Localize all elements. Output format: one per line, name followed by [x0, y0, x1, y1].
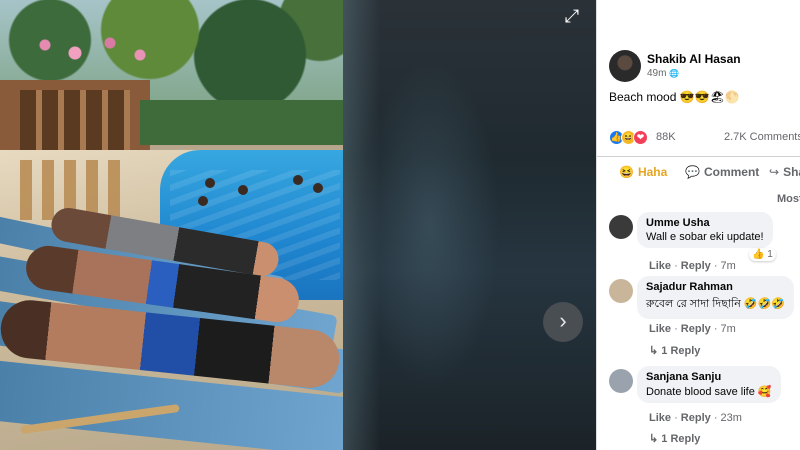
comment-sort-dropdown[interactable]: Most relevant	[777, 193, 800, 205]
comment-reaction-badge[interactable]: 👍 1	[749, 248, 776, 261]
commenter-name[interactable]: Sajadur Rahman	[646, 281, 785, 293]
photo-swimmer	[205, 178, 215, 188]
comment-item: Umme Usha Wall e sobar eki update! 👍 1 L…	[609, 212, 800, 274]
photo-flowers	[35, 35, 155, 65]
share-label: Share	[783, 165, 800, 179]
expand-icon[interactable]: ⤢	[560, 5, 584, 27]
comment-time[interactable]: 7m	[721, 260, 736, 272]
comment-like-link[interactable]: Like	[649, 412, 671, 424]
love-icon: ❤	[633, 130, 648, 145]
facebook-photo-viewer: ⤢ › Shakib Al Hasan 49m 🌐 Beach mood 😎😎🏖…	[0, 0, 800, 450]
comment-time[interactable]: 7m	[721, 323, 736, 335]
commenter-name[interactable]: Sanjana Sanju	[646, 371, 772, 383]
haha-icon: 😆	[619, 165, 634, 179]
comment-item: Sanjana Sanju Donate blood save life 🥰 L…	[609, 366, 800, 450]
comment-bubble: Umme Usha Wall e sobar eki update!	[637, 212, 773, 248]
share-button[interactable]: ↪Share	[769, 165, 800, 179]
comment-bubble: Sanjana Sanju Donate blood save life 🥰	[637, 366, 781, 403]
chevron-right-icon: ›	[559, 308, 567, 333]
globe-icon: 🌐	[669, 69, 680, 78]
comment-reaction-count: 1	[767, 249, 773, 260]
comment-time[interactable]: 23m	[721, 412, 742, 424]
commenter-avatar[interactable]	[609, 369, 633, 393]
photo-viewer: ⤢ ›	[0, 0, 596, 450]
commenter-name[interactable]: Umme Usha	[646, 217, 764, 229]
comment-count[interactable]: 2.7K Comments	[724, 131, 800, 143]
post-header: Shakib Al Hasan 49m 🌐	[609, 50, 800, 84]
photo-hedge	[140, 100, 343, 145]
view-replies-label: 1 Reply	[661, 345, 701, 357]
blurred-photo-background	[340, 0, 596, 450]
comment-actions: Like · Reply · 23m	[649, 412, 742, 424]
post-photo[interactable]	[0, 0, 343, 450]
like-icon: 👍	[752, 249, 765, 260]
photo-swimmer	[313, 183, 323, 193]
reply-arrow-icon: ↳	[649, 433, 662, 445]
next-photo-button[interactable]: ›	[543, 302, 583, 342]
post-text: Beach mood 😎😎🏖🌕	[609, 90, 740, 104]
comment-text: Wall e sobar eki update!	[646, 231, 764, 243]
photo-swimmer	[293, 175, 303, 185]
comment-bubble: Sajadur Rahman রুবেল রে সাদা দিছানি 🤣🤣🤣	[637, 276, 794, 319]
view-replies-link[interactable]: ↳ 1 Reply	[649, 432, 700, 445]
photo-building	[0, 80, 150, 160]
comment-actions: Like · Reply · 7m	[649, 260, 736, 272]
author-avatar[interactable]	[609, 50, 641, 82]
comment-reply-link[interactable]: Reply	[681, 412, 711, 424]
commenter-avatar[interactable]	[609, 215, 633, 239]
commenter-avatar[interactable]	[609, 279, 633, 303]
comment-item: Sajadur Rahman রুবেল রে সাদা দিছানি 🤣🤣🤣 …	[609, 276, 800, 360]
view-replies-label: 1 Reply	[661, 433, 701, 445]
reaction-count[interactable]: 88K	[656, 131, 676, 143]
author-name[interactable]: Shakib Al Hasan	[647, 52, 741, 66]
post-panel: Shakib Al Hasan 49m 🌐 Beach mood 😎😎🏖🌕 👍 …	[596, 0, 800, 450]
comment-like-link[interactable]: Like	[649, 260, 671, 272]
share-icon: ↪	[769, 165, 780, 179]
haha-label: Haha	[637, 165, 668, 179]
haha-button[interactable]: 😆 Haha	[619, 165, 667, 179]
post-time[interactable]: 49m	[647, 68, 666, 79]
photo-swimmer	[198, 196, 208, 206]
comment-label: Comment	[703, 165, 760, 179]
reaction-summary[interactable]: 👍 😆 ❤ 88K 2.7K Comments	[609, 130, 800, 148]
comment-text: Donate blood save life 🥰	[646, 386, 772, 398]
comment-reply-link[interactable]: Reply	[681, 260, 711, 272]
post-actions: 😆Haha 💬Comment ↪Share	[597, 156, 800, 186]
comment-actions: Like · Reply · 7m	[649, 323, 736, 335]
post-meta: 49m 🌐	[647, 68, 679, 79]
view-replies-link[interactable]: ↳ 1 Reply	[649, 344, 700, 357]
reply-arrow-icon: ↳	[649, 345, 662, 357]
comment-button[interactable]: 💬 Comment	[685, 165, 759, 179]
comment-icon: 💬	[685, 165, 700, 179]
comment-text: রুবেল রে সাদা দিছানি 🤣🤣🤣	[646, 298, 785, 310]
comment-reply-link[interactable]: Reply	[681, 323, 711, 335]
comment-like-link[interactable]: Like	[649, 323, 671, 335]
photo-swimmer	[238, 185, 248, 195]
